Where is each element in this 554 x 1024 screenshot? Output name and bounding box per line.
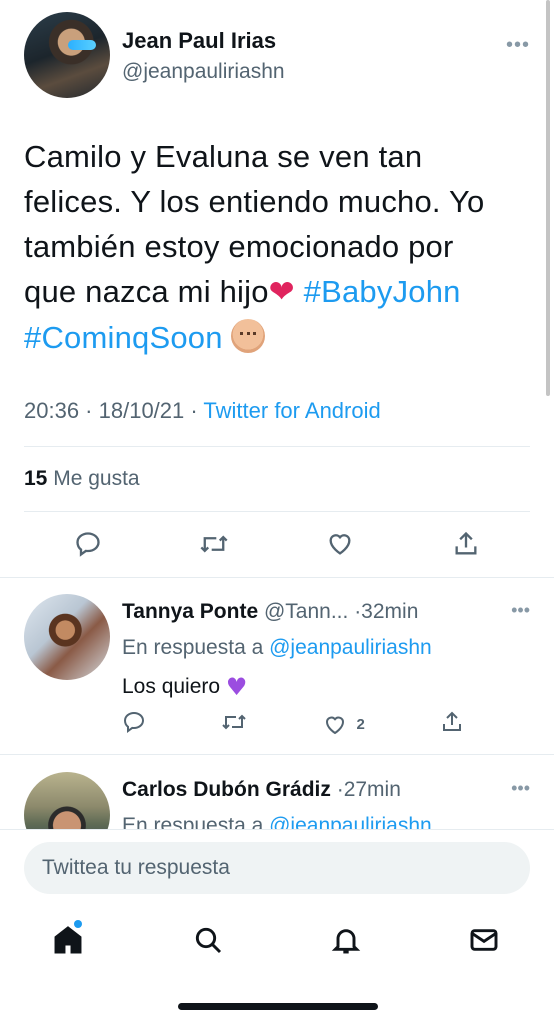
divider bbox=[0, 829, 554, 830]
reply-text-content: Los quiero bbox=[122, 675, 221, 698]
bottom-nav bbox=[0, 910, 554, 976]
reply-actions: 2 bbox=[122, 710, 464, 739]
bell-icon[interactable] bbox=[326, 920, 366, 960]
reply-compose-input[interactable]: Twittea tu respuesta bbox=[24, 842, 530, 894]
home-icon[interactable] bbox=[48, 920, 88, 960]
tweet-text-line: que nazca mi hijo❤ #BabyJohn bbox=[24, 269, 534, 315]
tweet-text-line: Camilo y Evaluna se ven tan bbox=[24, 139, 423, 174]
hashtag-babyjohn[interactable]: #BabyJohn bbox=[304, 274, 461, 309]
reply-icon[interactable] bbox=[74, 530, 102, 563]
reply-author-handle[interactable]: @Tann... bbox=[264, 600, 348, 623]
reply-mention[interactable]: @jeanpauliriashn bbox=[269, 814, 432, 830]
retweet-icon[interactable] bbox=[199, 530, 229, 563]
purple-heart-emoji: ♥ bbox=[225, 673, 248, 701]
reply-time: ·27min bbox=[336, 778, 401, 801]
compose-placeholder: Twittea tu respuesta bbox=[42, 856, 230, 879]
reply-time: ·32min bbox=[354, 600, 419, 623]
in-reply-to: En respuesta a @jeanpauliriashn bbox=[122, 636, 432, 660]
baby-emoji bbox=[230, 319, 265, 353]
tweet-actions bbox=[24, 530, 530, 563]
divider bbox=[24, 511, 530, 512]
tweet-text-line: #CominqSoon bbox=[24, 315, 534, 360]
reply-avatar[interactable] bbox=[24, 594, 110, 680]
reply-text: Los quiero ♥ bbox=[122, 673, 247, 701]
tweet-header: Jean Paul Irias @jeanpauliriashn ••• bbox=[24, 12, 534, 102]
reply-avatar[interactable] bbox=[24, 772, 110, 830]
tweet-text: Camilo y Evaluna se ven tan felices. Y l… bbox=[24, 134, 534, 360]
search-icon[interactable] bbox=[188, 920, 228, 960]
reply-author-name[interactable]: Carlos Dubón Grádiz bbox=[122, 778, 331, 801]
retweet-icon[interactable] bbox=[221, 710, 247, 739]
more-icon[interactable]: ••• bbox=[511, 778, 530, 799]
more-icon[interactable]: ••• bbox=[506, 34, 530, 57]
reply-author-name[interactable]: Tannya Ponte bbox=[122, 600, 258, 623]
share-icon[interactable] bbox=[440, 710, 464, 739]
author-avatar[interactable] bbox=[24, 12, 110, 98]
likes-label: Me gusta bbox=[53, 467, 140, 490]
scrollbar[interactable] bbox=[546, 0, 550, 396]
reply-like-count: 2 bbox=[356, 716, 365, 733]
home-indicator[interactable] bbox=[178, 1003, 378, 1010]
reply-author: Tannya Ponte @Tann... ·32min bbox=[122, 600, 418, 624]
tweet-source[interactable]: Twitter for Android bbox=[203, 398, 380, 423]
likes-count: 15 bbox=[24, 467, 48, 490]
in-reply-to: En respuesta a @jeanpauliriashn bbox=[122, 814, 432, 830]
share-icon[interactable] bbox=[452, 530, 480, 563]
likes-summary[interactable]: 15 Me gusta bbox=[24, 467, 140, 491]
reply-like[interactable]: 2 bbox=[322, 713, 365, 737]
tweet-time: 20:36 bbox=[24, 398, 80, 423]
tweet-text-segment: que nazca mi hijo bbox=[24, 274, 269, 309]
tweet-date: 18/10/21 bbox=[98, 398, 185, 423]
reply-item[interactable]: Tannya Ponte @Tann... ·32min ••• En resp… bbox=[24, 594, 534, 744]
red-heart-emoji: ❤ bbox=[268, 274, 295, 310]
author-handle[interactable]: @jeanpauliriashn bbox=[122, 60, 285, 84]
like-icon bbox=[326, 716, 345, 734]
divider bbox=[0, 754, 554, 755]
reply-item[interactable]: Carlos Dubón Grádiz ·27min ••• En respue… bbox=[24, 772, 534, 830]
tweet-text-line: felices. Y los entiendo mucho. Yo bbox=[24, 184, 485, 219]
tweet-text-line: también estoy emocionado por bbox=[24, 229, 454, 264]
reply-mention[interactable]: @jeanpauliriashn bbox=[269, 636, 432, 659]
author-name[interactable]: Jean Paul Irias bbox=[122, 28, 276, 54]
in-reply-label: En respuesta a bbox=[122, 814, 264, 830]
tweet-meta: 20:36 · 18/10/21 · Twitter for Android bbox=[24, 398, 381, 423]
hashtag-comingsoon[interactable]: #CominqSoon bbox=[24, 320, 223, 355]
in-reply-label: En respuesta a bbox=[122, 636, 264, 659]
divider bbox=[0, 577, 554, 578]
new-content-dot bbox=[74, 920, 82, 928]
reply-icon[interactable] bbox=[122, 710, 146, 739]
reply-author: Carlos Dubón Grádiz ·27min bbox=[122, 778, 401, 802]
like-icon[interactable] bbox=[325, 530, 355, 563]
divider bbox=[24, 446, 530, 447]
more-icon[interactable]: ••• bbox=[511, 600, 530, 621]
mail-icon[interactable] bbox=[464, 920, 504, 960]
